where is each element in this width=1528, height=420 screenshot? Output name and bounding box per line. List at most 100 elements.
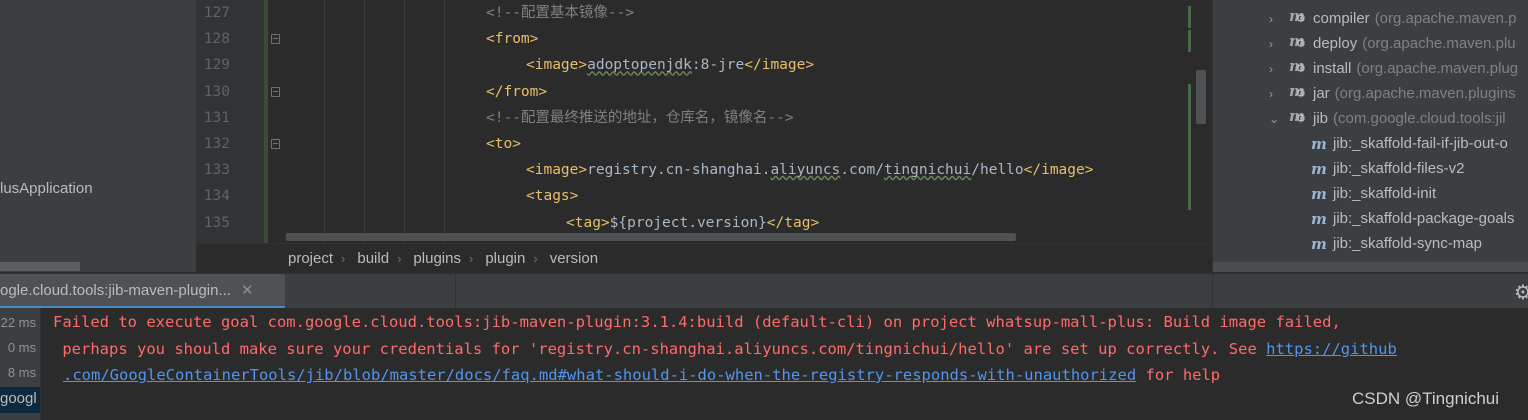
maven-plugin-install[interactable]: › install(org.apache.maven.plug	[1269, 56, 1518, 81]
code-line[interactable]: 134 <tags>	[196, 183, 1212, 209]
xml-tag: </image>	[1023, 162, 1094, 179]
maven-goal-label: jib:_skaffold-package-goals	[1333, 210, 1515, 227]
chevron-right-icon[interactable]: ›	[1269, 62, 1283, 76]
maven-goal-icon: m	[1311, 234, 1327, 253]
maven-tool-window: › compiler(org.apache.maven.p ›deploy(org.…	[1212, 0, 1528, 272]
maven-plugin-jib[interactable]: ⌄ jib(com.google.cloud.tools:jil	[1269, 106, 1506, 131]
chevron-down-icon[interactable]: ⌄	[1269, 112, 1283, 126]
run-tree-selected-item[interactable]: googl	[0, 387, 40, 413]
code-text: <image>adoptopenjdk:8-jre</image>	[526, 52, 814, 78]
line-number: 130	[203, 83, 230, 100]
xml-text: ${project.version}	[609, 214, 767, 231]
error-stripe-mark[interactable]	[1188, 84, 1191, 210]
close-icon[interactable]: ✕	[241, 281, 254, 299]
xml-tag: <from>	[486, 31, 539, 48]
code-text: <to>	[486, 131, 521, 157]
code-line[interactable]: 131 <!--配置最终推送的地址，仓库名，镜像名-->	[196, 105, 1212, 131]
console-output[interactable]: Failed to execute goal com.google.cloud.…	[40, 308, 1528, 420]
console-error-text: perhaps you should make sure your creden…	[53, 340, 1267, 358]
project-panel-scrollbar[interactable]	[0, 262, 80, 271]
error-stripe-mark[interactable]	[1188, 30, 1191, 52]
breadcrumb-separator-icon: ›	[533, 251, 538, 266]
breadcrumb-item-version[interactable]: version	[550, 250, 598, 267]
code-line[interactable]: 127 <!--配置基本镜像-->	[196, 0, 1212, 26]
console-error-line: perhaps you should make sure your creden…	[53, 340, 1397, 358]
xml-text: aliyuncs	[770, 162, 841, 179]
maven-plugin-deploy[interactable]: › deploy(org.apache.maven.plu	[1269, 31, 1516, 56]
code-text: <image>registry.cn-shanghai.aliyuncs.com…	[526, 157, 1093, 183]
maven-plugin-jar[interactable]: › jar(org.apache.maven.plugins	[1269, 81, 1516, 106]
run-duration: 0 ms	[7, 340, 36, 355]
maven-goal-item[interactable]: m jib:_skaffold-package-goals	[1311, 206, 1515, 231]
console-error-text: for help	[1136, 366, 1221, 384]
maven-plugin-group: (org.apache.maven.plug	[1356, 60, 1519, 77]
maven-goal-item[interactable]: m jib:_skaffold-files-v2	[1311, 156, 1464, 181]
breadcrumb-item-plugins[interactable]: plugins	[413, 250, 461, 267]
xml-tag: <image>	[526, 57, 588, 74]
console-link[interactable]: https://github	[1266, 340, 1397, 358]
maven-goal-item[interactable]: m jib:_skaffold-sync-map	[1311, 231, 1482, 256]
chevron-right-icon[interactable]: ›	[1269, 12, 1283, 26]
maven-plugin-compiler[interactable]: › compiler(org.apache.maven.p	[1269, 6, 1516, 31]
xml-tag: <to>	[486, 136, 521, 152]
maven-goal-label: jib:_skaffold-fail-if-jib-out-o	[1333, 135, 1508, 152]
code-editor[interactable]: 127 <!--配置基本镜像--> 128 <from> 129 <image>adopt…	[196, 0, 1212, 243]
maven-goal-icon: m	[1311, 209, 1327, 228]
maven-goal-icon: m	[1311, 134, 1327, 153]
breadcrumb: project › build › plugins › plugin › version	[196, 243, 1212, 273]
code-text: <!--配置最终推送的地址，仓库名，镜像名-->	[486, 105, 794, 131]
header-divider	[455, 274, 456, 308]
editor-horizontal-scrollbar[interactable]	[286, 233, 1016, 241]
breadcrumb-item-project[interactable]: project	[288, 250, 333, 267]
chevron-right-icon[interactable]: ›	[1269, 37, 1283, 51]
error-stripe-mark[interactable]	[1188, 6, 1191, 28]
run-duration: 8 ms	[7, 365, 36, 380]
fold-icon[interactable]	[271, 139, 280, 149]
run-tab[interactable]: ogle.cloud.tools:jib-maven-plugin... ✕	[0, 274, 285, 309]
breadcrumb-separator-icon: ›	[397, 251, 402, 266]
maven-plugin-name: install	[1313, 60, 1352, 77]
maven-plugin-icon	[1289, 32, 1307, 53]
fold-icon[interactable]	[271, 34, 280, 45]
maven-goal-label: jib:_skaffold-files-v2	[1333, 160, 1465, 177]
line-number: 132	[203, 136, 230, 152]
project-tree-item[interactable]: lusApplication	[0, 180, 93, 197]
line-number: 131	[203, 109, 230, 126]
maven-plugin-icon	[1289, 82, 1307, 103]
xml-tag: <tags>	[526, 188, 579, 205]
editor-vertical-scrollbar[interactable]	[1196, 70, 1206, 124]
console-error-line: Failed to execute goal com.google.cloud.…	[53, 313, 1341, 331]
xml-text: /hello	[971, 162, 1024, 179]
console-link[interactable]: .com/GoogleContainerTools/jib/blob/maste…	[63, 366, 1136, 384]
maven-horizontal-scrollbar[interactable]	[1213, 262, 1528, 272]
maven-plugin-name: compiler	[1313, 10, 1370, 27]
maven-plugin-group: (com.google.cloud.tools:jil	[1333, 110, 1506, 127]
xml-comment: <!--配置基本镜像-->	[486, 5, 635, 21]
fold-icon[interactable]	[271, 86, 280, 97]
code-line[interactable]: 128 <from>	[196, 26, 1212, 52]
gear-icon[interactable]: ⚙	[1514, 280, 1528, 304]
maven-plugin-group: (org.apache.maven.p	[1374, 10, 1517, 27]
code-line[interactable]: 130 </from>	[196, 79, 1212, 105]
maven-goal-item[interactable]: m jib:_skaffold-fail-if-jib-out-o	[1311, 131, 1508, 156]
maven-goal-icon: m	[1311, 159, 1327, 178]
xml-text: :8-jre	[691, 57, 745, 74]
breadcrumb-item-build[interactable]: build	[357, 250, 389, 267]
code-line[interactable]: 135 <tag>${project.version}</tag>	[196, 210, 1212, 236]
breadcrumb-item-plugin[interactable]: plugin	[485, 250, 525, 267]
run-tool-window-header: ogle.cloud.tools:jib-maven-plugin... ✕ ⚙	[0, 273, 1528, 309]
maven-plugin-icon	[1289, 57, 1307, 78]
line-number: 128	[203, 31, 230, 48]
xml-text: .com/	[840, 162, 884, 179]
run-duration: 22 ms	[0, 315, 36, 330]
run-tab-label: ogle.cloud.tools:jib-maven-plugin...	[0, 281, 231, 299]
chevron-right-icon[interactable]: ›	[1269, 87, 1283, 101]
code-text: <tags>	[526, 183, 578, 209]
code-text: <!--配置基本镜像-->	[486, 0, 634, 26]
maven-plugin-group: (org.apache.maven.plu	[1362, 35, 1516, 52]
maven-goal-item[interactable]: m jib:_skaffold-init	[1311, 181, 1436, 206]
code-line[interactable]: 133 <image>registry.cn-shanghai.aliyuncs.…	[196, 157, 1212, 183]
xml-tag: </from>	[486, 83, 548, 100]
code-line[interactable]: 129 <image>adoptopenjdk:8-jre</image>	[196, 52, 1212, 78]
code-line[interactable]: 132 <to>	[196, 131, 1212, 157]
